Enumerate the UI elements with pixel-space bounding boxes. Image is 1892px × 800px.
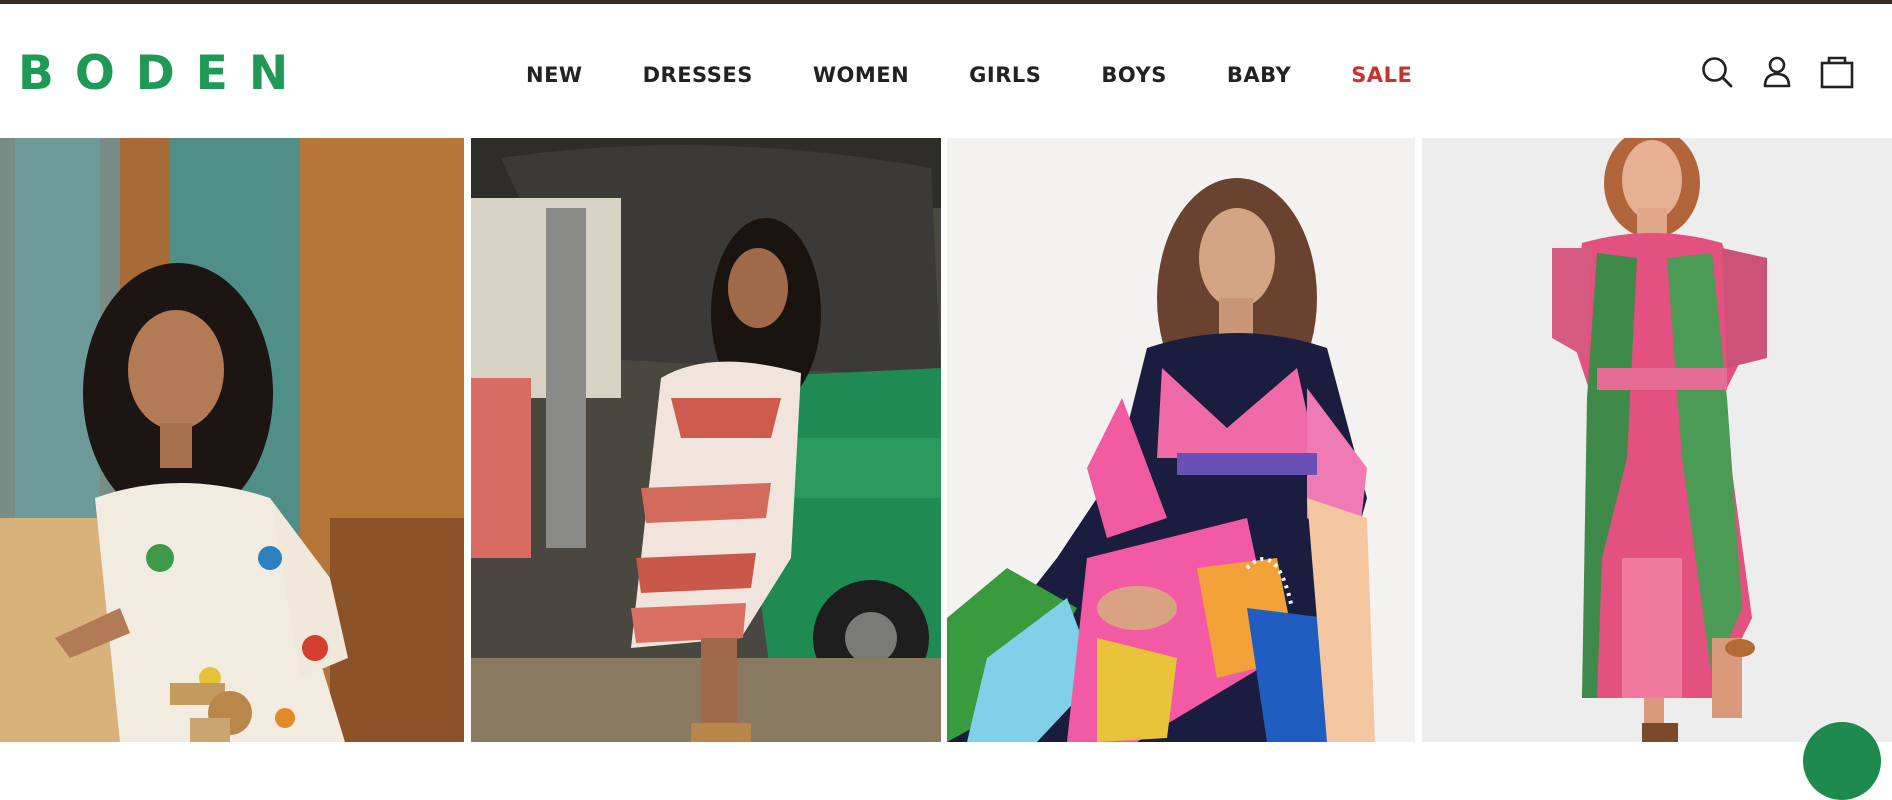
search-icon xyxy=(1702,57,1733,88)
gallery-image-1[interactable] xyxy=(0,138,464,742)
nav-boys[interactable]: BOYS xyxy=(1101,60,1166,90)
gallery-image-2[interactable] xyxy=(471,138,941,742)
hero-gallery xyxy=(0,138,1892,742)
nav-baby[interactable]: BABY xyxy=(1227,60,1291,90)
bag-icon xyxy=(1820,56,1854,89)
search-button[interactable] xyxy=(1700,54,1734,90)
header-actions xyxy=(1700,54,1854,90)
chat-button[interactable] xyxy=(1803,722,1881,800)
gallery-image-3[interactable] xyxy=(947,138,1415,742)
gallery-image-4[interactable] xyxy=(1422,138,1892,742)
boden-logo[interactable]: BODEN xyxy=(18,44,309,104)
main-nav: NEW DRESSES WOMEN GIRLS BOYS BABY SALE xyxy=(526,60,1412,90)
account-button[interactable] xyxy=(1760,54,1794,90)
nav-sale[interactable]: SALE xyxy=(1351,60,1412,90)
bag-button[interactable] xyxy=(1820,54,1854,90)
nav-dresses[interactable]: DRESSES xyxy=(643,60,753,90)
site-header: BODEN NEW DRESSES WOMEN GIRLS BOYS BABY … xyxy=(0,4,1892,138)
nav-new[interactable]: NEW xyxy=(526,60,583,90)
account-icon xyxy=(1763,56,1791,88)
nav-women[interactable]: WOMEN xyxy=(813,60,909,90)
nav-girls[interactable]: GIRLS xyxy=(969,60,1041,90)
